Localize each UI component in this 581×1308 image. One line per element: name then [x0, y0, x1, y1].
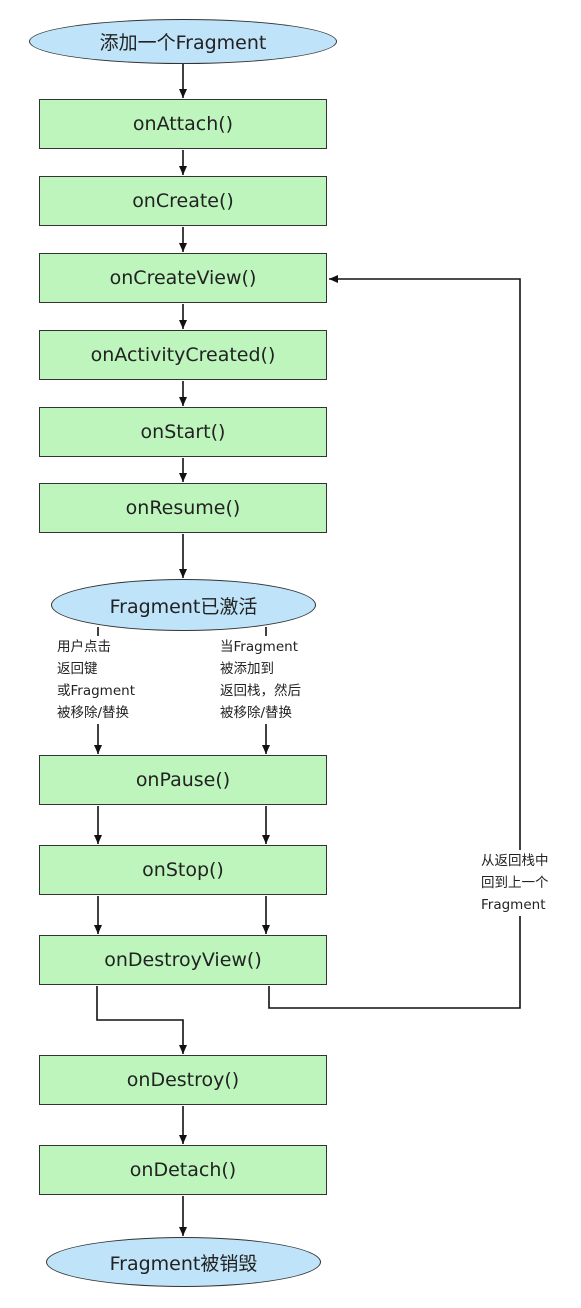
step-label: onStop() [142, 859, 224, 881]
step-label: onStart() [140, 421, 226, 443]
fragment-lifecycle-diagram: 添加一个Fragment onAttach() onCreate() onCre… [0, 0, 581, 1308]
step-label: onCreate() [132, 190, 234, 212]
back-stack-note: 从返回栈中 回到上一个 Fragment [481, 850, 549, 916]
step-on-destroy: onDestroy() [39, 1055, 327, 1105]
note-line: 从返回栈中 [481, 853, 549, 869]
step-label: onCreateView() [109, 267, 257, 289]
active-node: Fragment已激活 [51, 579, 316, 631]
step-label: onAttach() [132, 113, 234, 135]
end-node-label: Fragment被销毁 [109, 1252, 258, 1275]
step-on-pause: onPause() [39, 755, 327, 805]
note-line: 被添加到 [220, 661, 274, 677]
step-on-create: onCreate() [39, 176, 327, 226]
step-label: onDestroy() [126, 1069, 240, 1091]
step-on-activity-created: onActivityCreated() [39, 330, 327, 380]
note-line: 当Fragment [220, 639, 298, 655]
step-on-resume: onResume() [39, 483, 327, 533]
step-on-create-view: onCreateView() [39, 253, 327, 303]
note-line: 被移除/替换 [220, 705, 293, 721]
step-label: onDestroyView() [104, 949, 262, 971]
step-on-stop: onStop() [39, 845, 327, 895]
note-line: 返回栈，然后 [220, 683, 301, 699]
note-line: Fragment [481, 897, 546, 913]
note-line: 返回键 [57, 661, 98, 677]
step-on-attach: onAttach() [39, 99, 327, 149]
right-branch-note: 当Fragment 被添加到 返回栈，然后 被移除/替换 [220, 636, 301, 724]
start-node: 添加一个Fragment [29, 19, 337, 64]
end-node: Fragment被销毁 [46, 1237, 321, 1287]
note-line: 被移除/替换 [57, 705, 130, 721]
step-on-detach: onDetach() [39, 1145, 327, 1195]
start-node-label: 添加一个Fragment [99, 32, 267, 54]
left-branch-note: 用户点击 返回键 或Fragment 被移除/替换 [57, 636, 135, 724]
note-line: 或Fragment [57, 683, 135, 699]
step-label: onPause() [135, 769, 231, 791]
step-label: onActivityCreated() [90, 344, 276, 366]
step-label: onDetach() [129, 1159, 237, 1181]
step-on-start: onStart() [39, 407, 327, 457]
step-label: onResume() [125, 497, 241, 519]
note-line: 用户点击 [57, 639, 111, 655]
note-line: 回到上一个 [481, 875, 549, 891]
arrow-destroyview-to-destroy [96, 986, 187, 1054]
step-on-destroy-view: onDestroyView() [39, 935, 327, 985]
active-node-label: Fragment已激活 [109, 595, 258, 618]
